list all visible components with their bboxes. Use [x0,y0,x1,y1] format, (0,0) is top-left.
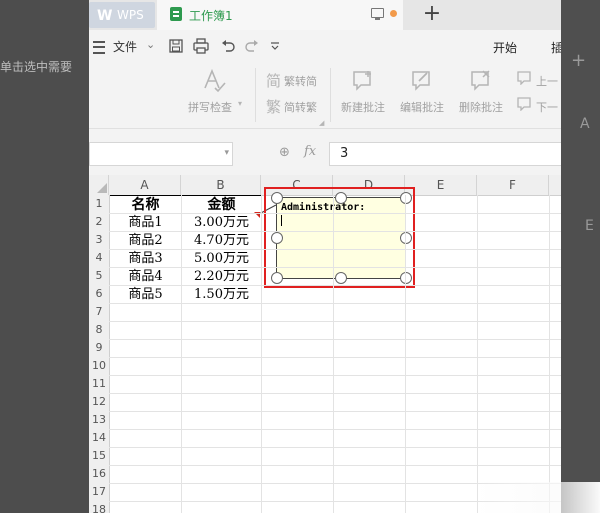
row-header-14[interactable]: 14 [89,429,110,448]
wps-logo-icon: W [97,8,113,24]
row-header-1[interactable]: 1 [89,195,110,214]
function-icon[interactable]: fx [304,144,316,159]
row-header-8[interactable]: 8 [89,321,110,340]
previous-comment-button[interactable]: 上一 [536,73,558,89]
traditional-char-icon: 简 [266,72,282,90]
tab-workbook[interactable]: 工作簿1 [157,0,403,30]
gridline-horizontal [109,447,561,448]
gridline-horizontal [109,465,561,466]
chevron-down-icon[interactable]: ⌄ [146,38,155,51]
background-e: E [585,218,594,234]
new-comment-button[interactable]: 新建批注 [341,99,385,115]
save-icon[interactable] [169,39,183,53]
gridline-vertical [405,195,406,513]
background-right: + A E [561,0,600,513]
file-menu[interactable]: 文件 [113,38,137,55]
monitor-icon[interactable] [371,8,384,20]
chevron-down-icon[interactable]: ▾ [224,148,229,158]
simplified-char-icon: 繁 [266,98,282,116]
gridline-vertical [549,195,550,513]
new-tab-button[interactable]: + [419,2,445,28]
gridline-horizontal [109,429,561,430]
gridline-vertical [477,195,478,513]
gridline-vertical [333,195,334,513]
row-header-3[interactable]: 3 [89,231,110,250]
simp-to-trad-button[interactable]: 简转繁 [284,99,317,115]
gridline-horizontal [109,375,561,376]
row-header-18[interactable]: 18 [89,501,110,513]
dialog-launcher-icon[interactable]: ◢ [319,119,324,127]
gridline-horizontal [109,213,561,214]
row-header-2[interactable]: 2 [89,213,110,232]
sheet-grid[interactable]: A B C D E F 名称 金额 商品1 3.00万元 商品2 4.70万元 … [89,175,561,513]
background-text: 单击选中需要 [0,60,73,74]
gridline-horizontal [109,393,561,394]
spellcheck-button[interactable]: 拼写检查 [188,99,232,115]
quick-access-dropdown-icon[interactable] [270,41,280,51]
name-box[interactable]: ▾ [89,142,233,166]
next-comment-icon [517,97,531,111]
background-left: 单击选中需要 [0,0,89,513]
edit-comment-button[interactable]: 编辑批注 [400,99,444,115]
gridline-vertical [261,195,262,513]
gridline-horizontal [109,231,561,232]
row-header-12[interactable]: 12 [89,393,110,412]
undo-icon[interactable] [221,39,235,53]
row-header-11[interactable]: 11 [89,375,110,394]
chevron-down-icon: ▾ [238,99,243,108]
row-header-4[interactable]: 4 [89,249,110,268]
print-icon[interactable] [193,38,209,54]
gridline-horizontal [109,267,561,268]
tab-wps[interactable]: W WPS [89,2,155,28]
gridline-horizontal [109,411,561,412]
row-header-9[interactable]: 9 [89,339,110,358]
tab-start[interactable]: 开始 [493,39,517,56]
gridline-vertical [181,195,182,513]
row-header-5[interactable]: 5 [89,267,110,286]
formula-input[interactable]: 3 [329,142,561,166]
delete-comment-icon [471,70,490,91]
new-comment-icon [353,71,371,91]
zoom-icon[interactable]: ⊕ [279,145,290,160]
row-header-16[interactable]: 16 [89,465,110,484]
tab-bar: W WPS 工作簿1 + [89,0,561,30]
review-ribbon: 拼写检查 ▾ 简 繁转简 繁 简转繁 ◢ 新建批注 编辑批注 删除批注 上一 下… [89,62,561,129]
background-a: A [580,116,590,132]
edit-comment-icon [412,71,430,91]
next-comment-button[interactable]: 下一 [536,99,558,115]
formula-bar: ▾ ⊕ fx 3 [89,140,561,168]
gridline-horizontal [109,357,561,358]
gridline-horizontal [109,339,561,340]
tab-wps-label: WPS [117,8,144,22]
tab-workbook-label: 工作簿1 [189,9,233,23]
row-header-17[interactable]: 17 [89,483,110,502]
hamburger-menu-icon[interactable] [93,41,105,54]
gridline-horizontal [109,285,561,286]
ribbon-separator [330,68,331,122]
spreadsheet-icon [170,7,182,21]
previous-comment-icon [517,71,531,85]
row-header-15[interactable]: 15 [89,447,110,466]
row-header-10[interactable]: 10 [89,357,110,376]
delete-comment-button[interactable]: 删除批注 [459,99,503,115]
row-header-13[interactable]: 13 [89,411,110,430]
ribbon-separator [255,68,256,122]
unsaved-dot-icon [390,10,397,17]
highlight-box [264,187,415,288]
formula-value: 3 [340,146,349,161]
row-header-7[interactable]: 7 [89,303,110,322]
gridline-horizontal [109,303,561,304]
redo-icon[interactable] [245,39,259,53]
background-plus: + [571,50,587,71]
menu-bar: 文件 ⌄ 开始 插 [89,30,561,62]
gridline-horizontal [109,321,561,322]
tab-insert[interactable]: 插 [551,39,561,56]
spreadsheet-window: W WPS 工作簿1 + 文件 ⌄ 开始 插 拼写检查 ▾ 简 繁转简 繁 简转… [89,0,561,513]
watermark-area [474,482,600,513]
spellcheck-icon [204,68,226,93]
row-header-6[interactable]: 6 [89,285,110,304]
trad-to-simp-button[interactable]: 繁转简 [284,73,317,89]
gridline-horizontal [109,249,561,250]
